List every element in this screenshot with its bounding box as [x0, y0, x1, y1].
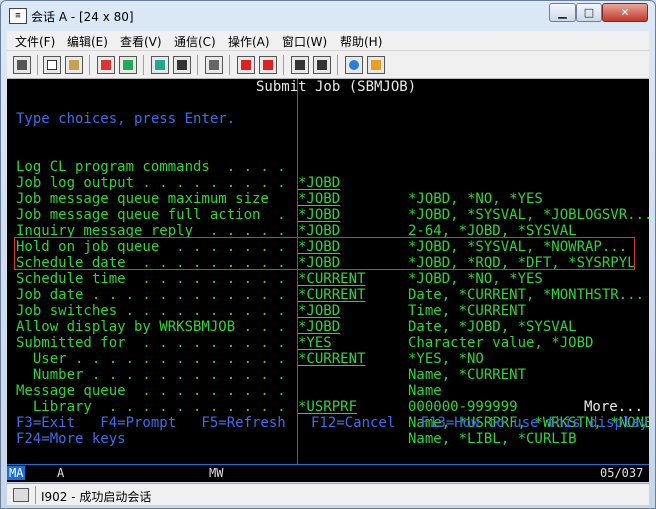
record-icon[interactable]: [237, 56, 255, 74]
toolbar-separator: [283, 55, 284, 75]
status-bar: I902 - 成功启动会话: [7, 483, 649, 505]
field-row: Allow display by WRKSBMJOB . . . *YES *Y…: [7, 303, 649, 367]
print-icon[interactable]: [13, 56, 31, 74]
menu-window[interactable]: 窗口(W): [282, 33, 327, 50]
field-row: Job log output . . . . . . . . . *JOBD *…: [7, 159, 649, 223]
field-label: Library . . . . . . . . . . .: [16, 399, 286, 415]
toolbar: [7, 51, 649, 79]
globe-icon[interactable]: [345, 56, 363, 74]
field-input[interactable]: *USRPRF: [298, 399, 357, 415]
menu-view[interactable]: 查看(V): [120, 33, 162, 50]
menu-file[interactable]: 文件(F): [15, 33, 55, 50]
macro-icon[interactable]: [205, 56, 223, 74]
field-row: Number . . . . . . . . . . . . 000000-99…: [7, 351, 649, 415]
field-row: User . . . . . . . . . . . . . Name: [7, 335, 649, 399]
paste-icon[interactable]: [65, 56, 83, 74]
field-row: Job switches . . . . . . . . . . *JOBD C…: [7, 287, 649, 351]
field-row: Job date . . . . . . . . . . . . *JOBD D…: [7, 271, 649, 335]
cursor-position: 05/037: [600, 466, 644, 480]
send-icon[interactable]: [97, 56, 115, 74]
copy-icon[interactable]: [43, 56, 61, 74]
play-macro-icon[interactable]: [313, 56, 331, 74]
terminal-app-icon[interactable]: ≡: [9, 8, 27, 24]
receive-icon[interactable]: [119, 56, 137, 74]
screen-instruction: Type choices, press Enter.: [16, 111, 236, 127]
function-keys-line2[interactable]: F24=More keys: [16, 431, 126, 447]
display-icon[interactable]: [151, 56, 169, 74]
field-hint: 000000-999999: [408, 399, 518, 415]
field-row: Library . . . . . . . . . . . Name, *LIB…: [7, 383, 649, 447]
function-keys-line1[interactable]: F3=Exit F4=Prompt F5=Refresh F12=Cancel …: [16, 415, 648, 431]
keypad-icon[interactable]: [173, 56, 191, 74]
status-message: I902 - 成功启动会话: [41, 490, 152, 504]
connection-icon: [13, 488, 29, 502]
app-window: ≡ 会话 A - [24 x 80] ▁ □ ✕ 文件(F) 编辑(E) 查看(…: [0, 0, 656, 509]
toolbar-separator: [229, 55, 230, 75]
field-row: Job message queue full action . *JOBD *J…: [7, 191, 649, 255]
terminal-screen[interactable]: Submit Job (SBMJOB) Type choices, press …: [7, 79, 649, 464]
oia-ma-indicator: MA: [7, 466, 26, 480]
edit-icon[interactable]: [367, 56, 385, 74]
menu-edit[interactable]: 编辑(E): [67, 33, 108, 50]
title-bar[interactable]: ≡ 会话 A - [24 x 80] ▁ □ ✕: [1, 1, 655, 31]
field-row: Inquiry message reply . . . . . *JOBD *J…: [7, 207, 649, 271]
close-button[interactable]: ✕: [602, 3, 648, 22]
toolbar-separator: [143, 55, 144, 75]
minimize-button[interactable]: ▁: [549, 3, 576, 22]
field-row: Submitted for . . . . . . . . . *CURRENT…: [7, 319, 649, 383]
oia-a-indicator: A: [57, 466, 65, 480]
field-row: Job message queue maximum size *JOBD 2-6…: [7, 175, 649, 239]
stop-icon[interactable]: [259, 56, 277, 74]
schedule-highlight-box: [14, 237, 635, 270]
more-indicator: More...: [584, 399, 644, 415]
oia-mw-indicator: MW: [209, 466, 224, 480]
menu-help[interactable]: 帮助(H): [340, 33, 382, 50]
menu-communication[interactable]: 通信(C): [174, 33, 216, 50]
field-row: Log CL program commands . . . . *JOBD *J…: [7, 143, 649, 207]
toolbar-separator: [337, 55, 338, 75]
menu-bar: 文件(F) 编辑(E) 查看(V) 通信(C) 操作(A) 窗口(W) 帮助(H…: [7, 31, 649, 51]
field-row: Message queue . . . . . . . . . *USRPRF …: [7, 367, 649, 431]
field-hint: Name, *LIBL, *CURLIB: [408, 431, 577, 447]
play-icon[interactable]: [291, 56, 309, 74]
status-separator: [35, 486, 36, 504]
window-title: 会话 A - [24 x 80]: [31, 10, 134, 24]
screen-title: Submit Job (SBMJOB): [256, 79, 417, 95]
menu-actions[interactable]: 操作(A): [228, 33, 270, 50]
toolbar-separator: [89, 55, 90, 75]
operator-info-area: MA A MW 05/037: [7, 464, 649, 482]
maximize-button[interactable]: □: [576, 3, 602, 22]
toolbar-separator: [197, 55, 198, 75]
toolbar-separator: [37, 55, 38, 75]
